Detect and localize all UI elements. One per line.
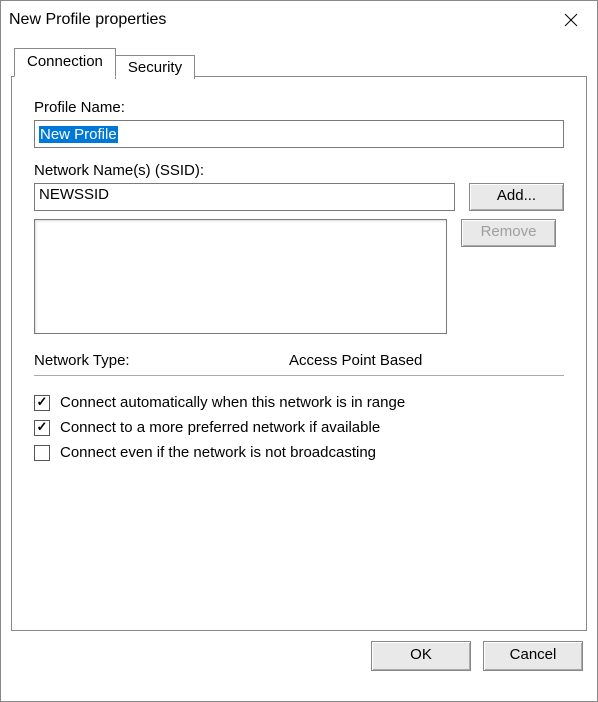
profile-name-input[interactable]: New Profile [34,120,564,148]
profile-name-label: Profile Name: [34,99,564,116]
cancel-button-label: Cancel [510,646,557,663]
network-type-value: Access Point Based [289,352,422,369]
auto-connect-label: Connect automatically when this network … [60,394,405,411]
window-title: New Profile properties [9,11,557,29]
tab-strip: Connection Security [11,47,587,76]
separator [34,375,564,376]
hidden-connect-row: Connect even if the network is not broad… [34,444,564,461]
tab-security-label: Security [128,59,182,76]
tab-security[interactable]: Security [115,55,195,79]
prefer-connect-label: Connect to a more preferred network if a… [60,419,380,436]
tab-connection[interactable]: Connection [14,48,116,77]
ssid-input[interactable]: NEWSSID [34,183,455,211]
remove-button-label: Remove [481,223,537,240]
prefer-connect-checkbox[interactable] [34,420,50,436]
auto-connect-row: Connect automatically when this network … [34,394,564,411]
auto-connect-checkbox[interactable] [34,395,50,411]
add-ssid-button[interactable]: Add... [469,183,564,211]
profile-name-value: New Profile [39,126,118,143]
hidden-connect-label: Connect even if the network is not broad… [60,444,376,461]
cancel-button[interactable]: Cancel [483,641,583,671]
ssid-value: NEWSSID [39,186,109,203]
tab-area: Connection Security Profile Name: New Pr… [11,47,587,631]
dialog-window: New Profile properties Connection Securi… [0,0,598,702]
ok-button[interactable]: OK [371,641,471,671]
hidden-connect-checkbox[interactable] [34,445,50,461]
ssid-listbox[interactable] [34,219,447,334]
dialog-button-bar: OK Cancel [1,631,597,681]
ok-button-label: OK [410,646,432,663]
tab-panel-connection: Profile Name: New Profile Network Name(s… [11,76,587,631]
close-button[interactable] [557,6,585,34]
titlebar: New Profile properties [1,1,597,39]
remove-ssid-button: Remove [461,219,556,247]
prefer-connect-row: Connect to a more preferred network if a… [34,419,564,436]
close-icon [564,13,578,27]
tab-connection-label: Connection [27,53,103,70]
add-button-label: Add... [497,187,536,204]
network-type-label: Network Type: [34,352,289,369]
ssid-label: Network Name(s) (SSID): [34,162,564,179]
